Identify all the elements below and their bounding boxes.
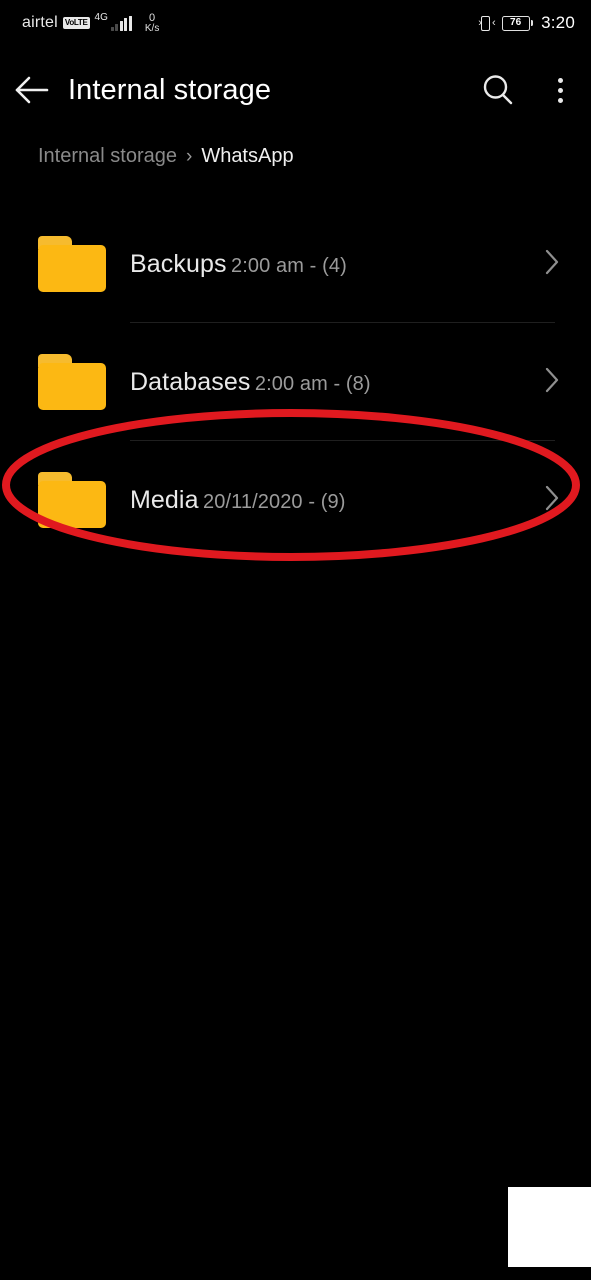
file-list: Backups 2:00 am - (4) Databases 2:00 am …: [0, 205, 591, 559]
overflow-menu-icon-dot-3: [557, 97, 563, 103]
list-item-title: Databases: [130, 367, 251, 396]
battery-percent-label: 76: [510, 17, 522, 28]
arrow-left-icon: [15, 76, 49, 104]
network-generation-label: 4G: [94, 12, 108, 23]
breadcrumb-separator-icon: ›: [185, 145, 193, 167]
chevron-right-icon[interactable]: [541, 363, 563, 402]
battery-nub: [530, 20, 534, 26]
list-item-meta: 2:00 am - (8): [254, 372, 371, 395]
network-speed-value: 0: [149, 11, 156, 24]
search-icon: [483, 75, 513, 105]
white-patch-overlay: [508, 1187, 591, 1267]
volte-icon: VoLTE: [62, 17, 90, 29]
signal-bars-icon: [110, 15, 132, 31]
list-item-title: Media: [130, 485, 199, 514]
list-item-text: Media 20/11/2020 - (9): [130, 485, 531, 516]
overflow-menu-icon-dot-2: [557, 87, 563, 93]
list-item-title: Backups: [130, 249, 227, 278]
list-item-text: Databases 2:00 am - (8): [130, 367, 531, 398]
battery-icon: 76: [501, 15, 534, 31]
vibrate-phone-body: [481, 15, 491, 31]
vibrate-icon: › ‹: [478, 15, 495, 31]
vibrate-wave-left: ›: [478, 16, 481, 29]
folder-icon: [38, 354, 106, 410]
list-item-text: Backups 2:00 am - (4): [130, 249, 531, 280]
list-item-meta: 2:00 am - (4): [231, 254, 347, 277]
network-speed-unit: K/s: [144, 22, 160, 34]
battery-shell: 76: [501, 15, 530, 31]
chevron-right-icon[interactable]: [541, 245, 563, 284]
vibrate-wave-right: ‹: [491, 16, 495, 29]
chevron-right-icon[interactable]: [541, 481, 563, 520]
status-bar: airtel VoLTE 4G 0 K/s › ‹ 76 3:20: [0, 0, 591, 46]
network-speed-indicator: 0 K/s: [144, 11, 160, 34]
status-clock: 3:20: [541, 13, 575, 32]
list-item-media[interactable]: Media 20/11/2020 - (9): [0, 441, 591, 559]
carrier-label: airtel: [22, 14, 58, 31]
list-item-meta: 20/11/2020 - (9): [203, 490, 346, 513]
back-button[interactable]: [0, 56, 64, 124]
overflow-menu-button[interactable]: [529, 56, 591, 124]
status-bar-right: › ‹ 76 3:20: [478, 13, 575, 33]
folder-icon: [38, 472, 106, 528]
breadcrumb-item-internal-storage[interactable]: Internal storage: [38, 145, 177, 168]
list-item-backups[interactable]: Backups 2:00 am - (4): [0, 205, 591, 323]
list-item-databases[interactable]: Databases 2:00 am - (8): [0, 323, 591, 441]
phone-screen: airtel VoLTE 4G 0 K/s › ‹ 76 3:20 Intern…: [0, 0, 591, 1280]
breadcrumb: Internal storage › WhatsApp: [38, 145, 294, 168]
breadcrumb-item-whatsapp[interactable]: WhatsApp: [201, 145, 293, 168]
folder-icon: [38, 236, 106, 292]
search-button[interactable]: [467, 56, 529, 124]
overflow-menu-icon-dot-1: [557, 77, 563, 83]
status-bar-left: airtel VoLTE 4G 0 K/s: [22, 11, 160, 34]
page-title: Internal storage: [68, 73, 272, 106]
app-bar: Internal storage: [0, 56, 591, 124]
app-bar-actions: [467, 56, 591, 124]
